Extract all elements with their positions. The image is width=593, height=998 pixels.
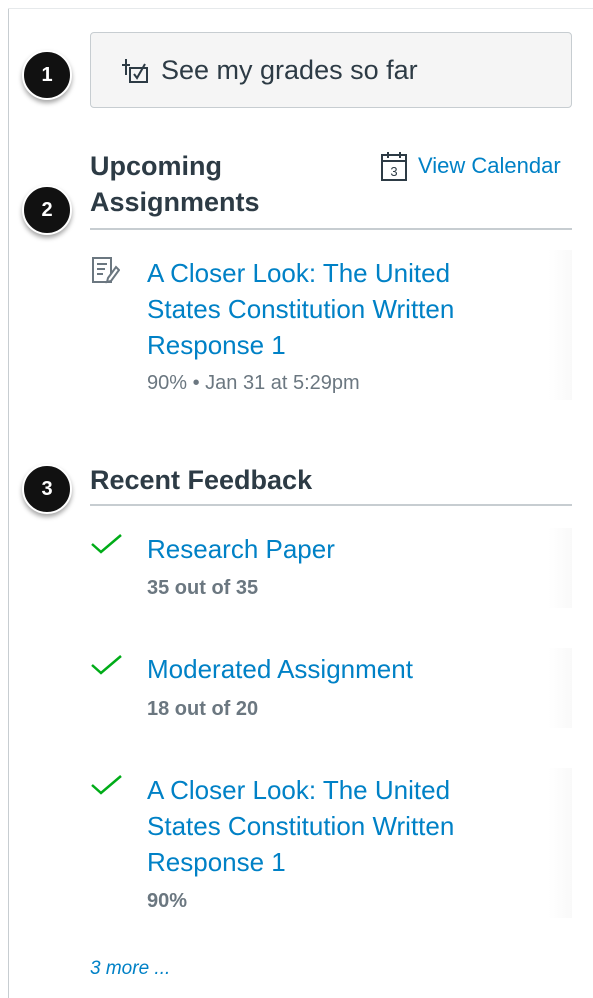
upcoming-divider — [90, 228, 572, 230]
feedback-item-2-fade — [548, 648, 572, 728]
upcoming-assignment-title-line2: States Constitution Written — [147, 294, 455, 324]
upcoming-assignment-title-line3: Response 1 — [147, 330, 286, 360]
upcoming-assignment-meta: 90% • Jan 31 at 5:29pm — [147, 372, 360, 394]
grades-checklist-icon — [121, 55, 151, 85]
recent-feedback-title: Recent Feedback — [90, 465, 313, 495]
feedback-item-2-score: 18 out of 20 — [147, 698, 259, 720]
upcoming-assignment-link[interactable]: A Closer Look: The United States Constit… — [147, 255, 454, 363]
feedback-item-1-link[interactable]: Research Paper — [147, 531, 335, 567]
feedback-divider — [90, 504, 572, 506]
upcoming-title-line1: Upcoming — [90, 151, 222, 181]
feedback-item-3-link[interactable]: A Closer Look: The United States Constit… — [147, 772, 454, 880]
feedback-item-1-fade — [548, 528, 572, 608]
check-icon — [90, 773, 124, 802]
feedback-item-3-title-line1: A Closer Look: The United — [147, 775, 451, 805]
course-sidebar: 1 See my grades so far 2 Upcoming Assign… — [0, 0, 593, 998]
check-icon — [90, 653, 124, 682]
view-calendar-label: View Calendar — [418, 153, 561, 178]
feedback-item-2-title: Moderated Assignment — [147, 654, 413, 684]
calendar-icon: 3 — [380, 150, 408, 182]
upcoming-title-line2: Assignments — [90, 187, 260, 217]
upcoming-item-fade — [548, 250, 572, 400]
assignment-icon — [90, 256, 121, 291]
callout-badge-1: 1 — [22, 50, 72, 100]
view-calendar-link[interactable]: 3 View Calendar — [380, 150, 561, 182]
sidebar-border — [8, 8, 9, 998]
callout-badge-2: 2 — [22, 185, 72, 235]
callout-badge-3: 3 — [22, 464, 72, 514]
check-icon — [90, 532, 124, 561]
calendar-day-number: 3 — [390, 164, 397, 179]
see-grades-label: See my grades so far — [161, 54, 418, 85]
see-grades-button[interactable]: See my grades so far — [90, 32, 572, 108]
feedback-item-3-score: 90% — [147, 890, 188, 912]
feedback-item-1-title: Research Paper — [147, 534, 335, 564]
feedback-item-3-title-line2: States Constitution Written — [147, 811, 455, 841]
feedback-item-2-link[interactable]: Moderated Assignment — [147, 651, 413, 687]
upcoming-assignment-title-line1: A Closer Look: The United — [147, 258, 451, 288]
feedback-item-1-score: 35 out of 35 — [147, 577, 259, 599]
sidebar-top-border — [8, 8, 593, 9]
feedback-item-3-fade — [548, 768, 572, 918]
more-feedback-link[interactable]: 3 more ... — [90, 958, 170, 980]
feedback-item-3-title-line3: Response 1 — [147, 847, 286, 877]
